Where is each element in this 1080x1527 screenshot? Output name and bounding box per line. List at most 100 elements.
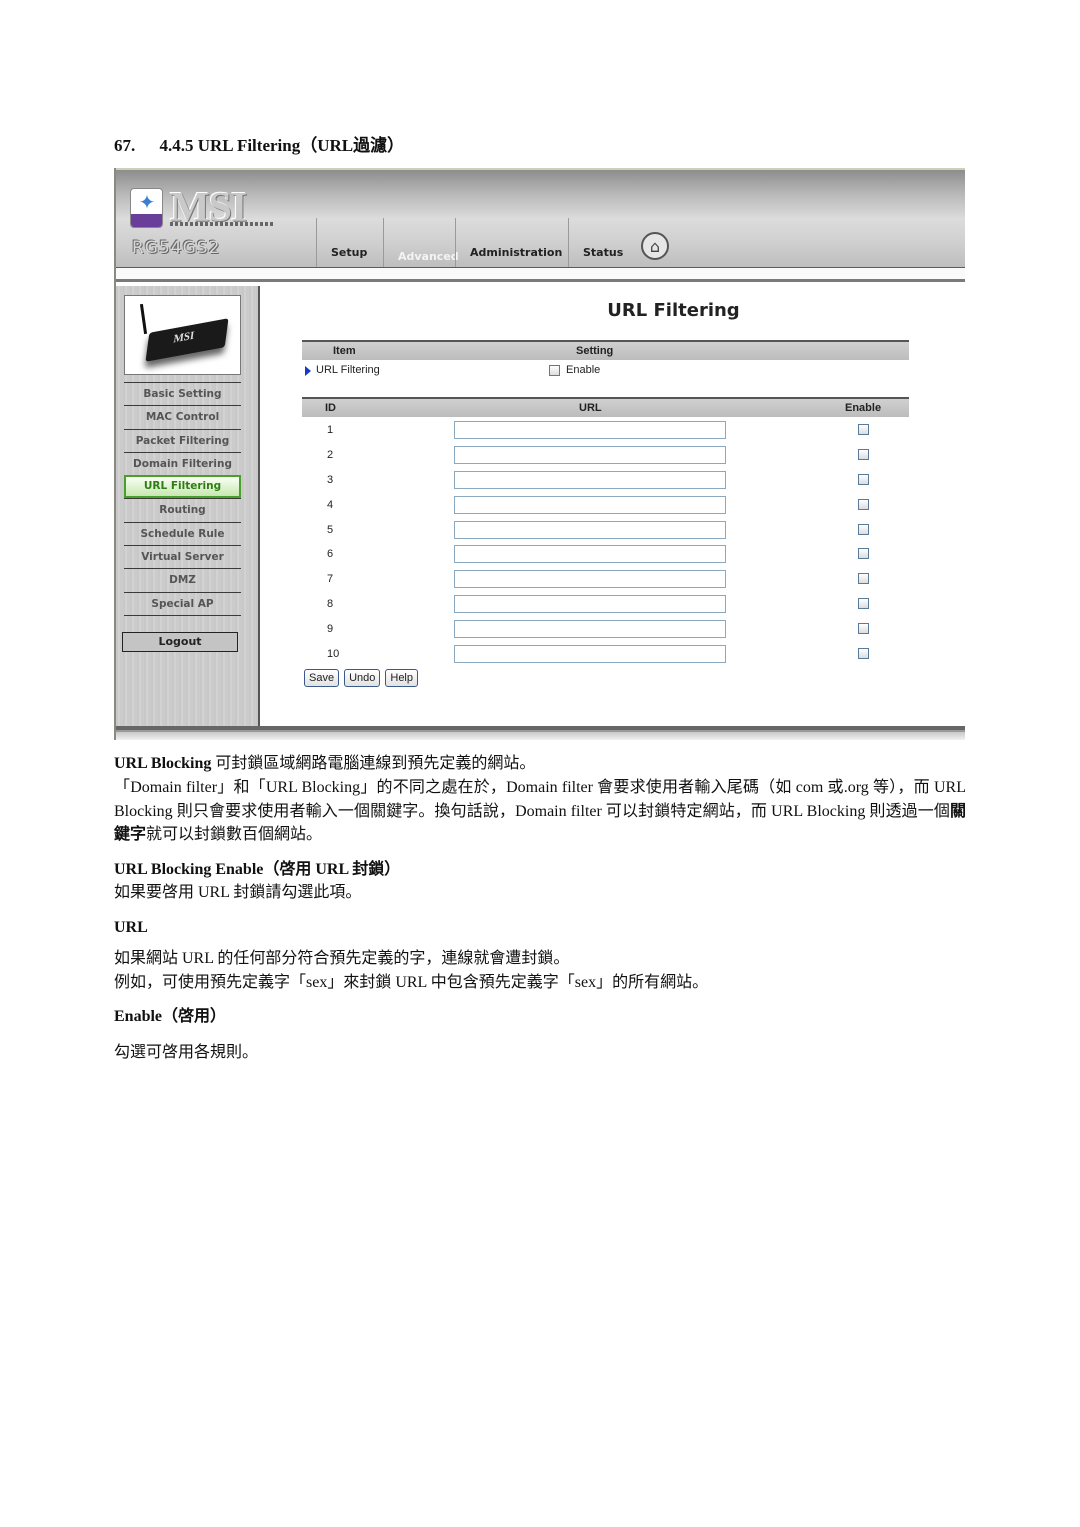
- row-enable-checkbox[interactable]: [858, 473, 869, 485]
- table-row: 2: [302, 445, 909, 470]
- home-icon: ⌂: [649, 236, 661, 256]
- tab-setup[interactable]: Setup: [316, 218, 383, 268]
- url-input[interactable]: [454, 545, 726, 564]
- comparison-paragraph: 「Domain filter」和「URL Blocking」的不同之處在於，Do…: [114, 779, 966, 843]
- row-id: 4: [327, 498, 334, 511]
- row-enable-checkbox[interactable]: [858, 498, 869, 510]
- setting-label: URL Filtering: [316, 364, 380, 376]
- row-enable-checkbox[interactable]: [858, 424, 869, 435]
- router-ui-screenshot: ✦ MSI RG54GS2 Setup Advanced Administrat…: [114, 168, 965, 740]
- rule-enable-heading: Enable（啓用）: [114, 1008, 227, 1025]
- url-table-header: ID URL Enable: [302, 397, 909, 417]
- logout-button[interactable]: Logout: [122, 632, 238, 652]
- enable-heading: URL Blocking Enable（啓用 URL 封鎖）: [114, 861, 401, 878]
- tab-administration[interactable]: Administration: [455, 218, 568, 268]
- row-id: 1: [327, 424, 334, 436]
- bullet-arrow-icon: [305, 366, 311, 376]
- table-row: 7: [302, 569, 909, 594]
- enable-description: 如果要啓用 URL 封鎖請勾選此項。: [114, 884, 362, 901]
- url-input[interactable]: [454, 570, 726, 589]
- column-header-item: Item: [333, 345, 356, 357]
- intro-term: URL Blocking: [114, 755, 212, 772]
- sidebar-item-virtual-server[interactable]: Virtual Server: [124, 545, 241, 568]
- help-button[interactable]: Help: [385, 669, 418, 687]
- main-content: URL Filtering Item Setting URL Filtering…: [262, 286, 965, 726]
- row-id: 5: [327, 523, 334, 536]
- model-name: RG54GS2: [132, 238, 221, 258]
- sidebar-item-special-ap[interactable]: Special AP: [124, 591, 241, 615]
- section-title: 4.4.5 URL Filtering（URL過濾）: [159, 136, 405, 155]
- url-description-2: 例如，可使用預先定義字「sex」來封鎖 URL 中包含預先定義字「sex」的所有…: [114, 974, 709, 991]
- row-id: 3: [327, 473, 334, 486]
- row-enable-checkbox[interactable]: [858, 648, 869, 660]
- row-id: 10: [327, 648, 340, 661]
- url-input[interactable]: [454, 445, 726, 464]
- sidebar-item-mac-control[interactable]: MAC Control: [124, 405, 241, 428]
- column-header-url: URL: [579, 402, 602, 414]
- url-heading: URL: [114, 919, 148, 936]
- url-input[interactable]: [454, 595, 726, 614]
- sidebar-item-packet-filtering[interactable]: Packet Filtering: [124, 428, 241, 452]
- intro-paragraph: URL Blocking 可封鎖區域網路電腦連線到預先定義的網站。: [114, 755, 536, 772]
- page-title: URL Filtering: [607, 300, 740, 321]
- column-header-id: ID: [325, 402, 336, 414]
- row-id: 7: [327, 573, 334, 586]
- url-input[interactable]: [454, 495, 726, 514]
- enable-label: Enable: [566, 364, 601, 376]
- row-id: 8: [327, 598, 334, 611]
- url-input[interactable]: [454, 645, 726, 664]
- tab-status[interactable]: Status: [568, 218, 640, 268]
- settings-table-header: Item Setting: [302, 340, 909, 360]
- column-header-setting: Setting: [576, 345, 614, 357]
- row-enable-checkbox[interactable]: [858, 523, 869, 535]
- row-enable-checkbox[interactable]: [858, 598, 869, 610]
- sidebar-item-schedule-rule[interactable]: Schedule Rule: [124, 521, 241, 545]
- row-id: 6: [327, 548, 334, 561]
- sidebar-menu: Basic Setting MAC Control Packet Filteri…: [124, 382, 241, 616]
- table-row: 1: [302, 420, 909, 445]
- table-row: 10: [302, 644, 909, 669]
- form-buttons: Save Undo Help: [304, 669, 418, 687]
- sidebar-item-domain-filtering[interactable]: Domain Filtering: [124, 451, 241, 475]
- main-tabs: Setup Advanced Administration Status: [316, 218, 640, 268]
- sidebar-item-basic-setting[interactable]: Basic Setting: [124, 382, 241, 405]
- home-button[interactable]: ⌂: [641, 232, 669, 260]
- url-input[interactable]: [454, 470, 726, 489]
- row-id: 2: [327, 448, 334, 461]
- table-row: 9: [302, 619, 909, 644]
- msi-badge-logo: ✦: [130, 188, 163, 228]
- brand-tagline: [170, 222, 274, 226]
- url-input[interactable]: [454, 520, 726, 539]
- router-device-image: MSI: [124, 295, 241, 375]
- row-enable-checkbox[interactable]: [858, 623, 869, 635]
- tab-advanced[interactable]: Advanced: [383, 218, 459, 268]
- row-enable-checkbox[interactable]: [858, 573, 869, 585]
- table-row: 4: [302, 495, 909, 520]
- router-header: ✦ MSI RG54GS2 Setup Advanced Administrat…: [116, 168, 965, 269]
- router-footer-bar: [116, 726, 965, 740]
- undo-button[interactable]: Undo: [344, 669, 381, 687]
- save-button[interactable]: Save: [304, 669, 340, 687]
- sidebar-item-routing[interactable]: Routing: [124, 498, 241, 521]
- url-input[interactable]: [454, 421, 726, 439]
- section-number: 67.: [114, 136, 136, 155]
- table-row: 5: [302, 520, 909, 545]
- device-label: MSI: [172, 329, 195, 346]
- table-row: 8: [302, 594, 909, 619]
- row-enable-checkbox[interactable]: [858, 448, 869, 460]
- column-header-enable: Enable: [845, 402, 882, 414]
- url-filtering-enable-checkbox[interactable]: [549, 365, 560, 376]
- rule-enable-description: 勾選可啓用各規則。: [114, 1044, 259, 1061]
- url-description-1: 如果網站 URL 的任何部分符合預先定義的字，連線就會遭封鎖。: [114, 950, 570, 967]
- table-row: 6: [302, 544, 909, 569]
- sidebar-item-dmz[interactable]: DMZ: [124, 568, 241, 591]
- sidebar: MSI Basic Setting MAC Control Packet Fil…: [116, 286, 260, 726]
- url-input[interactable]: [454, 620, 726, 639]
- row-enable-checkbox[interactable]: [858, 548, 869, 560]
- section-heading: 67. 4.4.5 URL Filtering（URL過濾）: [114, 131, 404, 156]
- row-id: 9: [327, 623, 334, 636]
- antenna-graphic: [139, 303, 148, 335]
- sidebar-item-url-filtering[interactable]: URL Filtering: [124, 475, 241, 499]
- url-table-body: 1 2 3 4 5 6 7 8 9 10: [302, 420, 909, 669]
- url-filtering-setting-row: URL Filtering Enable: [302, 364, 909, 380]
